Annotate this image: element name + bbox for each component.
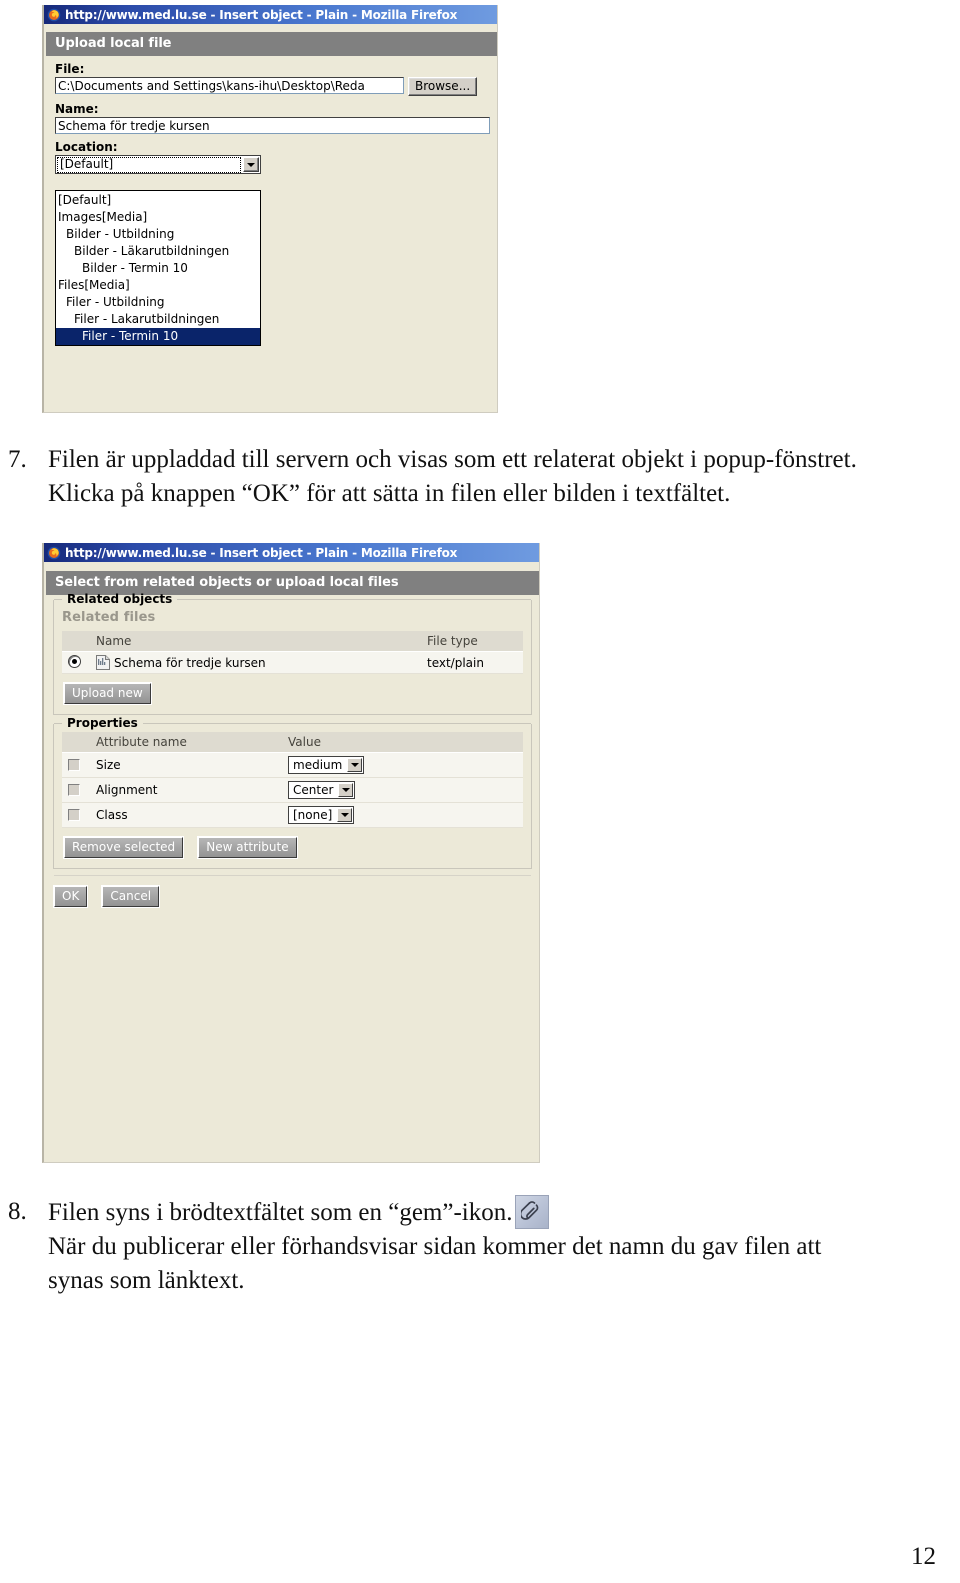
attribute-value-select[interactable]: Center: [288, 781, 356, 799]
step-7-line-2: Klicka på knappen “OK” för att sätta in …: [48, 480, 731, 507]
ok-button[interactable]: OK: [54, 886, 88, 907]
step-8-line-1: Filen syns i brödtextfältet som en “gem”…: [48, 1199, 513, 1226]
firefox-icon: [47, 8, 61, 22]
panel-heading-upload: Upload local file: [46, 32, 497, 56]
window-frame: http://www.med.lu.se - Insert object - P…: [42, 5, 498, 413]
location-option[interactable]: Bilder - Termin 10: [56, 260, 260, 277]
window-title-text: http://www.med.lu.se - Insert object - P…: [65, 7, 458, 22]
step-8-number: 8.: [8, 1198, 27, 1225]
related-objects-legend: Related objects: [67, 592, 173, 606]
row-checkbox-cell[interactable]: [62, 777, 90, 803]
paperclip-icon: [514, 1195, 549, 1229]
location-option-list[interactable]: [Default] Images[Media] Bilder - Utbildnin…: [55, 190, 261, 346]
attribute-checkbox[interactable]: [68, 809, 80, 821]
chevron-down-icon[interactable]: [338, 783, 354, 797]
location-label: Location:: [55, 140, 118, 154]
row-radio-cell[interactable]: [62, 651, 90, 674]
name-input[interactable]: Schema för tredje kursen: [55, 117, 490, 134]
location-select[interactable]: [Default]: [55, 155, 261, 174]
step-8-paragraph: 8. Filen syns i brödtextfältet som en “g…: [8, 1195, 908, 1298]
window-content: Select from related objects or upload lo…: [46, 562, 539, 1162]
location-option[interactable]: Filer - Lakarutbildningen: [56, 311, 260, 328]
window-titlebar: http://www.med.lu.se - Insert object - P…: [44, 5, 497, 24]
row-file-type-cell: text/plain: [421, 651, 523, 674]
table-header-row: Attribute name Value: [62, 732, 523, 753]
attribute-value-cell: [none]: [282, 802, 523, 828]
upload-new-button[interactable]: Upload new: [64, 683, 151, 704]
col-name: Name: [90, 631, 421, 652]
col-value: Value: [282, 732, 523, 753]
attribute-value-select[interactable]: medium: [288, 756, 365, 774]
step-8-line-2: När du publicerar eller förhandsvisar si…: [48, 1233, 822, 1260]
chevron-down-icon[interactable]: [337, 808, 353, 822]
row-checkbox-cell[interactable]: [62, 752, 90, 778]
page-number: 12: [911, 1543, 936, 1570]
chevron-down-icon[interactable]: [347, 758, 363, 772]
col-attribute-name: Attribute name: [90, 732, 282, 753]
table-row[interactable]: Size medium: [62, 752, 523, 778]
name-label: Name:: [55, 102, 99, 116]
col-file-type: File type: [421, 631, 523, 652]
row-name-cell: Schema för tredje kursen: [90, 651, 421, 674]
file-label: File:: [55, 62, 85, 76]
location-option[interactable]: [Default]: [56, 192, 260, 209]
attribute-checkbox[interactable]: [68, 759, 80, 771]
window-titlebar: http://www.med.lu.se - Insert object - P…: [44, 543, 539, 562]
text-file-icon: [96, 655, 110, 670]
location-option[interactable]: Filer - Utbildning: [56, 294, 260, 311]
step-7-number: 7.: [8, 446, 27, 473]
step-7-paragraph: 7. Filen är uppladdad till servern och v…: [8, 443, 908, 511]
properties-fieldset: Properties Attribute name Value Size medi…: [53, 716, 532, 869]
properties-button-bar: Remove selected New attribute: [62, 828, 523, 862]
attribute-name-cell: Size: [90, 752, 282, 778]
window-frame: http://www.med.lu.se - Insert object - P…: [42, 543, 540, 1163]
step-7-line-1: Filen är uppladdad till servern och visa…: [48, 446, 857, 473]
file-name-text: Schema för tredje kursen: [114, 656, 266, 670]
screenshot-insert-object: http://www.med.lu.se - Insert object - P…: [42, 543, 540, 1163]
dialog-button-bar: OK Cancel: [46, 876, 539, 907]
window-title-text: http://www.med.lu.se - Insert object - P…: [65, 545, 458, 560]
table-row[interactable]: Class [none]: [62, 802, 523, 828]
browse-button[interactable]: Browse...: [408, 77, 478, 96]
location-option[interactable]: Bilder - Utbildning: [56, 226, 260, 243]
attribute-value-select[interactable]: [none]: [288, 806, 355, 824]
col-select: [62, 732, 90, 753]
attribute-checkbox[interactable]: [68, 784, 80, 796]
properties-table: Attribute name Value Size medium Alignment…: [62, 732, 523, 828]
firefox-icon: [47, 546, 61, 560]
cancel-button[interactable]: Cancel: [102, 886, 160, 907]
related-objects-fieldset: Related objects Related files Name File …: [53, 592, 532, 715]
location-option[interactable]: Bilder - Läkarutbildningen: [56, 243, 260, 260]
attribute-value-cell: Center: [282, 777, 523, 803]
attribute-value-cell: medium: [282, 752, 523, 778]
screenshot-upload-local-file: http://www.med.lu.se - Insert object - P…: [42, 5, 498, 413]
attribute-name-cell: Alignment: [90, 777, 282, 803]
location-select-value: [Default]: [57, 156, 241, 173]
chevron-down-icon[interactable]: [243, 157, 259, 172]
table-row[interactable]: Schema för tredje kursen text/plain: [62, 651, 523, 674]
location-option[interactable]: Filer - Termin 10: [56, 328, 260, 345]
table-row[interactable]: Alignment Center: [62, 777, 523, 803]
attribute-value-text: medium: [293, 758, 343, 772]
properties-legend: Properties: [67, 716, 138, 730]
remove-selected-button[interactable]: Remove selected: [64, 837, 184, 858]
location-option[interactable]: Files[Media]: [56, 277, 260, 294]
window-content: Upload local file File: C:\Documents and…: [46, 24, 497, 412]
file-path-input[interactable]: C:\Documents and Settings\kans-ihu\Deskt…: [55, 77, 404, 94]
step-8-line-3: synas som länktext.: [48, 1267, 245, 1294]
attribute-name-cell: Class: [90, 802, 282, 828]
related-files-table: Name File type Schema för tredje kursen …: [62, 631, 523, 674]
attribute-value-text: Center: [293, 783, 334, 797]
new-attribute-button[interactable]: New attribute: [198, 837, 297, 858]
file-radio-button[interactable]: [68, 655, 81, 668]
location-option[interactable]: Images[Media]: [56, 209, 260, 226]
col-select: [62, 631, 90, 652]
related-files-subheading: Related files: [62, 610, 156, 625]
row-checkbox-cell[interactable]: [62, 802, 90, 828]
upload-new-button-bar: Upload new: [62, 674, 523, 708]
table-header-row: Name File type: [62, 631, 523, 652]
attribute-value-text: [none]: [293, 808, 333, 822]
